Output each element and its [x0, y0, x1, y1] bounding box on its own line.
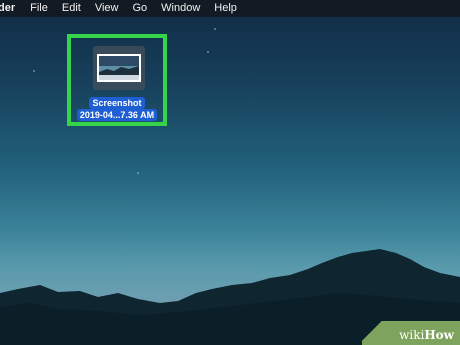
landscape-thumbnail-icon — [99, 56, 139, 80]
menu-window[interactable]: Window — [154, 0, 207, 17]
wikihow-watermark: wikiHow — [362, 321, 460, 345]
screenshot-file-icon[interactable] — [93, 46, 145, 90]
desktop[interactable]: der File Edit View Go Window Help Screen… — [0, 0, 460, 345]
image-thumbnail — [97, 54, 141, 82]
menu-app-name[interactable]: der — [0, 0, 23, 17]
menu-go[interactable]: Go — [125, 0, 154, 17]
star — [214, 28, 216, 30]
watermark-logo: wikiHow — [399, 328, 454, 342]
menu-bar: der File Edit View Go Window Help — [0, 0, 460, 17]
star — [207, 51, 209, 53]
file-name-line1[interactable]: Screenshot — [71, 97, 163, 109]
file-name-line2[interactable]: 2019-04...7.36 AM — [71, 109, 163, 121]
menu-help[interactable]: Help — [207, 0, 244, 17]
menu-edit[interactable]: Edit — [55, 0, 88, 17]
star — [137, 172, 139, 174]
menu-file[interactable]: File — [23, 0, 55, 17]
screenshot-file-highlight[interactable]: Screenshot 2019-04...7.36 AM — [67, 34, 167, 126]
menu-view[interactable]: View — [88, 0, 126, 17]
star — [33, 70, 35, 72]
